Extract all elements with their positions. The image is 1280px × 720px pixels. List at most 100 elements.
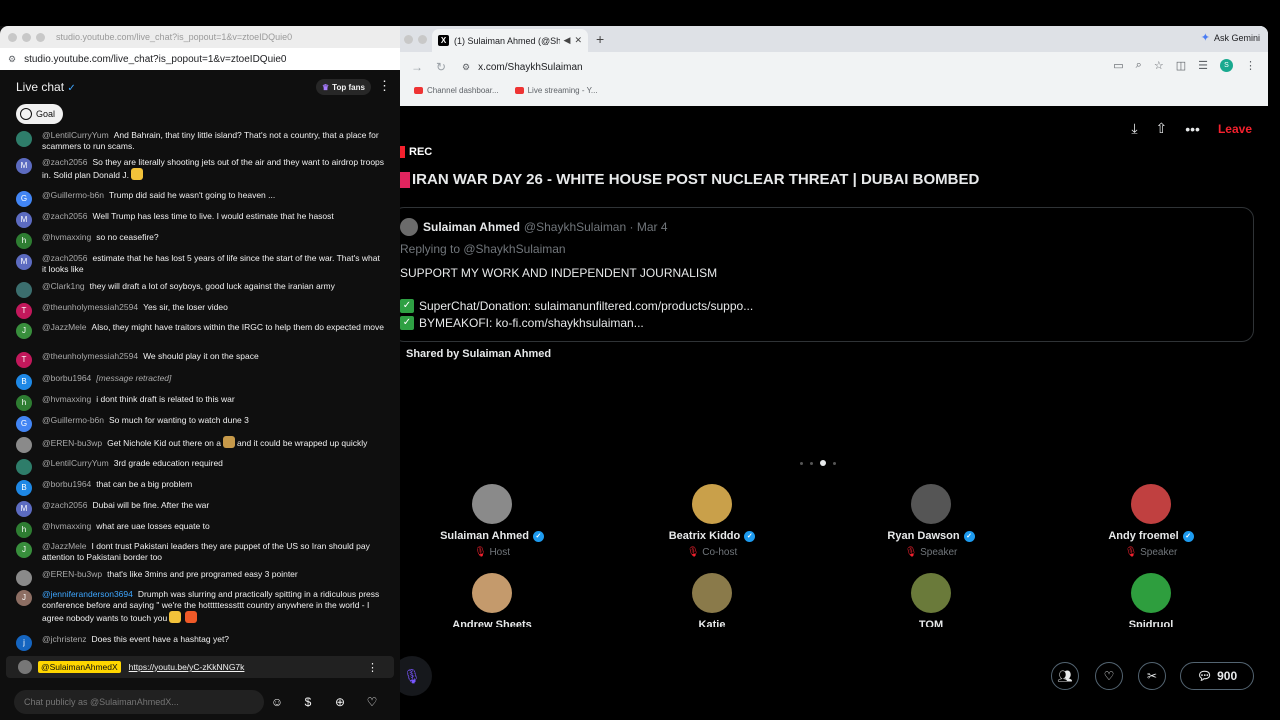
author-avatar[interactable]: G xyxy=(16,416,32,432)
cast-icon[interactable]: ▭ xyxy=(1113,59,1123,72)
message-author[interactable]: @zach2056 xyxy=(42,157,88,167)
message-author[interactable]: @LentilCurryYum xyxy=(42,130,109,140)
message-author[interactable]: @borbu1964 xyxy=(42,479,91,489)
speaker-icon[interactable]: ◀︎ xyxy=(564,35,571,46)
message-author[interactable]: @JazzMele xyxy=(42,322,87,332)
window-close-button[interactable] xyxy=(8,33,17,42)
page-dot-active[interactable] xyxy=(820,460,826,466)
message-author[interactable]: @LentilCurryYum xyxy=(42,458,109,468)
author-avatar[interactable] xyxy=(16,437,32,453)
top-fans-button[interactable]: ♛ Top fans xyxy=(316,79,371,95)
message-author[interactable]: @hvmaxxing xyxy=(42,394,91,404)
window-minimize-button[interactable] xyxy=(418,35,427,44)
message-author[interactable]: @hvmaxxing xyxy=(42,521,91,531)
reload-icon[interactable]: ↻ xyxy=(434,60,448,74)
minimize-space-icon[interactable]: ⤓ xyxy=(1131,120,1137,137)
author-avatar[interactable]: h xyxy=(16,522,32,538)
speaker-card[interactable]: Spidruol xyxy=(1071,573,1231,627)
author-avatar[interactable] xyxy=(16,570,32,586)
message-author[interactable]: @JazzMele xyxy=(42,541,87,551)
speaker-card[interactable]: Beatrix Kiddo ✓ 🎙︎ Co-host xyxy=(632,484,792,558)
zoom-icon[interactable]: ⌕ xyxy=(1136,59,1142,72)
message-author[interactable]: @jchristenz xyxy=(42,634,87,644)
clip-button[interactable]: ✂ xyxy=(1138,662,1166,690)
super-chat-icon[interactable]: $ xyxy=(299,693,317,711)
message-author[interactable]: @jenniferanderson3694 xyxy=(42,589,133,599)
sidepanel-icon[interactable]: ◫ xyxy=(1176,59,1186,72)
author-avatar[interactable]: J xyxy=(16,323,32,339)
author-avatar[interactable]: M xyxy=(16,254,32,270)
author-avatar[interactable]: M xyxy=(16,501,32,517)
profile-avatar[interactable]: S xyxy=(1220,59,1233,72)
message-author[interactable]: @hvmaxxing xyxy=(42,232,91,242)
author-avatar[interactable]: h xyxy=(16,395,32,411)
browser-menu-icon[interactable]: ⋮ xyxy=(1245,59,1256,72)
more-options-icon[interactable]: ••• xyxy=(1185,121,1200,137)
forward-icon[interactable]: → xyxy=(410,60,424,74)
author-avatar[interactable]: B xyxy=(16,480,32,496)
pinned-message[interactable]: @SulaimanAhmedX https://youtu.be/yC-zKkN… xyxy=(6,656,394,678)
speaker-card[interactable]: Ryan Dawson ✓ 🎙︎ Speaker xyxy=(851,484,1011,558)
pinned-author[interactable]: @SulaimanAhmedX xyxy=(38,661,121,673)
message-author[interactable]: @borbu1964 xyxy=(42,373,91,383)
chat-input[interactable] xyxy=(14,690,264,714)
message-author[interactable]: @Guillermo-b6n xyxy=(42,415,104,425)
speaker-card[interactable]: Katie xyxy=(632,573,792,627)
author-avatar[interactable]: B xyxy=(16,374,32,390)
author-avatar[interactable] xyxy=(16,459,32,475)
chat-messages[interactable]: @LentilCurryYum And Bahrain, that tiny li… xyxy=(0,126,400,678)
tab-close-icon[interactable]: ✕ xyxy=(574,35,582,46)
window-close-button[interactable] xyxy=(404,35,413,44)
goal-chip[interactable]: Goal xyxy=(16,104,64,124)
chat-menu-icon[interactable]: ⋮ xyxy=(378,78,391,94)
bookmark-live-streaming[interactable]: Live streaming - Y... xyxy=(514,86,598,95)
chat-title[interactable]: Live chat ✓ xyxy=(16,80,76,94)
bookmark-star-icon[interactable]: ☆ xyxy=(1154,59,1164,72)
post-author-name[interactable]: Sulaiman Ahmed xyxy=(423,220,520,234)
popout-address-bar[interactable]: ⚙ studio.youtube.com/live_chat?is_popout… xyxy=(0,48,400,70)
page-dot[interactable] xyxy=(833,461,836,465)
pinned-link[interactable]: https://youtu.be/yC-zKkNNG7k xyxy=(129,662,245,672)
speaker-card[interactable]: Sulaiman Ahmed ✓ 🎙︎ Host xyxy=(412,484,572,558)
window-zoom-button[interactable] xyxy=(36,33,45,42)
author-avatar[interactable]: G xyxy=(16,191,32,207)
message-author[interactable]: @zach2056 xyxy=(42,211,88,221)
speaker-card[interactable]: Andy froemel ✓ 🎙︎ Speaker xyxy=(1071,484,1231,558)
extensions-icon[interactable]: ☰ xyxy=(1198,59,1208,72)
message-author[interactable]: @Clark1ng xyxy=(42,281,85,291)
message-author[interactable]: @EREN-bu3wp xyxy=(42,438,102,448)
comments-button[interactable]: 💬︎ 900 xyxy=(1180,662,1254,690)
author-avatar[interactable]: M xyxy=(16,212,32,228)
message-author[interactable]: @zach2056 xyxy=(42,253,88,263)
message-author[interactable]: @EREN-bu3wp xyxy=(42,569,102,579)
emoji-picker-icon[interactable]: ☺ xyxy=(268,693,286,711)
new-tab-button[interactable]: + xyxy=(596,31,604,47)
people-button[interactable]: 👥︎ xyxy=(1051,662,1079,690)
author-avatar[interactable]: T xyxy=(16,303,32,319)
page-dot[interactable] xyxy=(810,461,813,465)
reactions-button[interactable]: ♡ xyxy=(1095,662,1123,690)
author-avatar[interactable]: J xyxy=(16,590,32,606)
author-avatar[interactable]: j xyxy=(16,635,32,651)
tab-x-profile[interactable]: X (1) Sulaiman Ahmed (@Sh ◀︎ ✕ xyxy=(432,29,588,52)
bookmark-channel-dashboard[interactable]: Channel dashboar... xyxy=(414,86,499,95)
message-author[interactable]: @Guillermo-b6n xyxy=(42,190,104,200)
message-author[interactable]: @theunholymessiah2594 xyxy=(42,302,138,312)
author-avatar[interactable] xyxy=(16,131,32,147)
site-settings-icon[interactable]: ⚙ xyxy=(462,62,470,73)
post-author-avatar[interactable] xyxy=(400,218,418,236)
message-author[interactable]: @theunholymessiah2594 xyxy=(42,351,138,361)
author-avatar[interactable]: J xyxy=(16,542,32,558)
leave-button[interactable]: Leave xyxy=(1218,122,1252,136)
add-icon[interactable]: ⊕ xyxy=(331,693,349,711)
window-minimize-button[interactable] xyxy=(22,33,31,42)
message-author[interactable]: @zach2056 xyxy=(42,500,88,510)
author-avatar[interactable] xyxy=(16,282,32,298)
author-avatar[interactable]: M xyxy=(16,158,32,174)
share-icon[interactable]: ⇧ xyxy=(1156,120,1168,137)
speaker-card[interactable]: TOM xyxy=(851,573,1011,627)
author-avatar[interactable]: T xyxy=(16,352,32,368)
site-settings-icon[interactable]: ⚙ xyxy=(8,54,16,65)
pinned-menu-icon[interactable]: ⋮ xyxy=(367,661,378,674)
page-dot[interactable] xyxy=(800,461,803,465)
